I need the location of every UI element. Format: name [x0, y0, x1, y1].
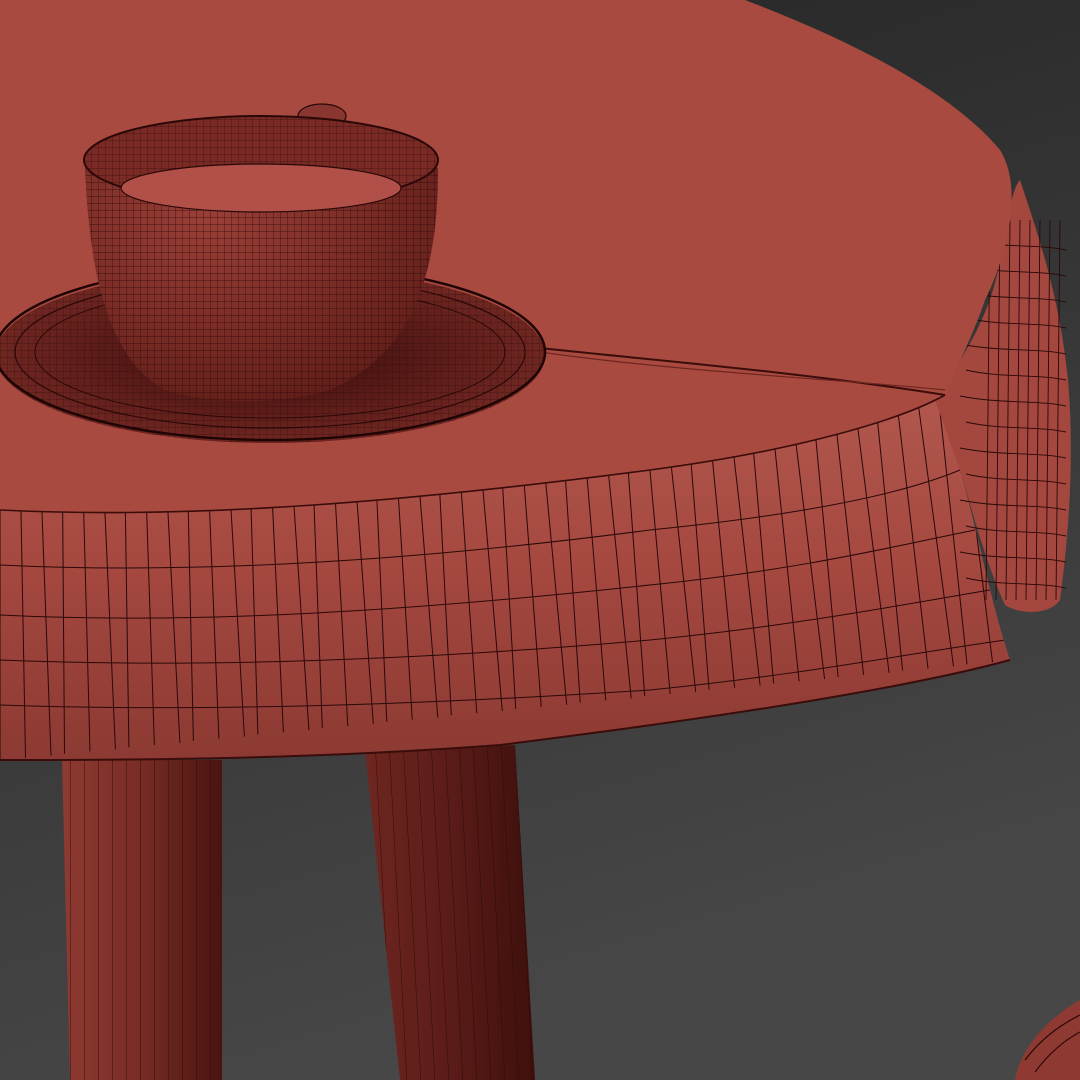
3d-viewport[interactable] [0, 0, 1080, 1080]
wireframe-render [0, 0, 1080, 1080]
table-leg-left [62, 760, 222, 1080]
